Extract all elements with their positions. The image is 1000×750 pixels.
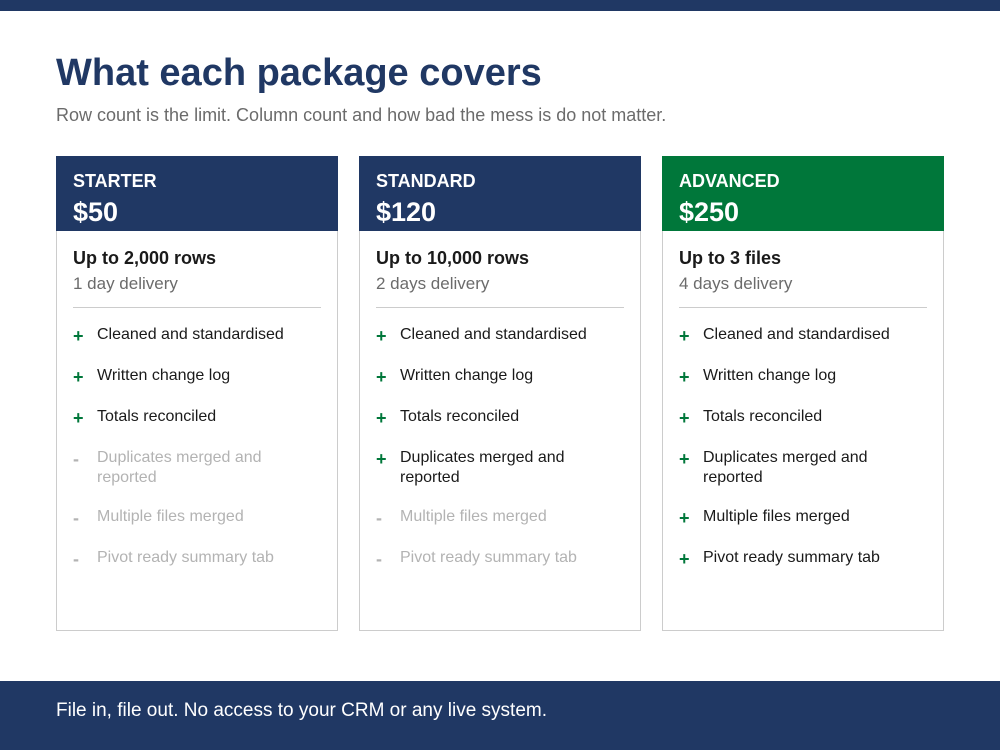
package-limit: Up to 2,000 rows	[73, 248, 217, 268]
page-title: What each package covers	[56, 52, 542, 94]
feature-text: Multiple files merged	[703, 508, 850, 525]
feature-list: + Cleaned and standardised + Written chang…	[376, 325, 624, 570]
feature-item: + Totals reconciled	[73, 407, 321, 429]
feature-item: + Written change log	[679, 366, 927, 388]
feature-item: + Multiple files merged	[679, 507, 927, 529]
feature-text: Totals reconciled	[400, 408, 520, 425]
package-header: STARTER $50	[56, 156, 338, 231]
feature-marker-icon: +	[679, 508, 690, 528]
package-card-standard: STANDARD $120 Up to 10,000 rows 2 days d…	[359, 156, 641, 631]
package-body: Up to 2,000 rows 1 day delivery + Cleaned…	[57, 247, 337, 570]
feature-item: + Totals reconciled	[679, 407, 927, 429]
feature-text: Written change log	[400, 367, 534, 384]
feature-marker-icon: +	[376, 326, 387, 346]
package-name: ADVANCED	[679, 171, 780, 191]
feature-item: - Multiple files merged	[73, 507, 321, 529]
package-delivery: 2 days delivery	[376, 274, 490, 293]
footer-text: File in, file out. No access to your CRM…	[56, 700, 547, 721]
package-price: $50	[73, 197, 119, 227]
feature-marker-icon: +	[679, 408, 690, 428]
feature-marker-icon: -	[73, 508, 79, 528]
divider	[679, 307, 927, 308]
feature-text: Multiple files merged	[97, 508, 244, 525]
feature-item: - Pivot ready summary tab	[376, 548, 624, 570]
feature-text: Duplicates merged and reported	[400, 449, 565, 486]
feature-list: + Cleaned and standardised + Written chang…	[679, 325, 927, 570]
package-body: Up to 3 files 4 days delivery + Cleaned a…	[663, 247, 943, 570]
feature-item: - Duplicates merged and reported	[73, 448, 321, 488]
feature-text: Written change log	[703, 367, 837, 384]
package-card-advanced: ADVANCED $250 Up to 3 files 4 days deliv…	[662, 156, 944, 631]
feature-text: Pivot ready summary tab	[703, 549, 880, 566]
feature-item: + Written change log	[73, 366, 321, 388]
feature-item: + Cleaned and standardised	[73, 325, 321, 347]
package-limit: Up to 3 files	[679, 248, 782, 268]
package-delivery: 1 day delivery	[73, 274, 178, 293]
feature-item: + Pivot ready summary tab	[679, 548, 927, 570]
feature-marker-icon: +	[679, 449, 690, 469]
feature-item: + Cleaned and standardised	[679, 325, 927, 347]
feature-item: + Duplicates merged and reported	[679, 448, 927, 488]
package-body: Up to 10,000 rows 2 days delivery + Clean…	[360, 247, 640, 570]
package-delivery: 4 days delivery	[679, 274, 793, 293]
feature-marker-icon: +	[73, 367, 84, 387]
feature-text: Totals reconciled	[703, 408, 823, 425]
feature-item: - Multiple files merged	[376, 507, 624, 529]
top-accent-bar	[0, 0, 1000, 11]
package-price: $120	[376, 197, 437, 227]
feature-item: + Cleaned and standardised	[376, 325, 624, 347]
feature-text: Pivot ready summary tab	[400, 549, 577, 566]
feature-list: + Cleaned and standardised + Written chang…	[73, 325, 321, 570]
feature-text: Multiple files merged	[400, 508, 547, 525]
package-price: $250	[679, 197, 740, 227]
feature-marker-icon: -	[376, 508, 382, 528]
feature-marker-icon: -	[376, 549, 382, 569]
feature-marker-icon: +	[73, 326, 84, 346]
feature-text: Pivot ready summary tab	[97, 549, 274, 566]
divider	[376, 307, 624, 308]
feature-marker-icon: +	[376, 367, 387, 387]
package-limit: Up to 10,000 rows	[376, 248, 530, 268]
feature-marker-icon: +	[679, 326, 690, 346]
feature-marker-icon: +	[376, 449, 387, 469]
package-card-starter: STARTER $50 Up to 2,000 rows 1 day deliv…	[56, 156, 338, 631]
feature-text: Cleaned and standardised	[703, 326, 890, 343]
divider	[73, 307, 321, 308]
feature-item: + Duplicates merged and reported	[376, 448, 624, 488]
feature-marker-icon: +	[73, 408, 84, 428]
package-header: STANDARD $120	[359, 156, 641, 231]
feature-marker-icon: +	[679, 367, 690, 387]
package-name: STARTER	[73, 171, 157, 191]
feature-marker-icon: +	[376, 408, 387, 428]
feature-text: Cleaned and standardised	[400, 326, 587, 343]
package-header: ADVANCED $250	[662, 156, 944, 231]
feature-marker-icon: -	[73, 549, 79, 569]
feature-text: Totals reconciled	[97, 408, 217, 425]
feature-text: Duplicates merged and reported	[703, 449, 868, 486]
footer-banner: File in, file out. No access to your CRM…	[0, 681, 1000, 750]
feature-marker-icon: +	[679, 549, 690, 569]
feature-marker-icon: -	[73, 449, 79, 469]
feature-text: Written change log	[97, 367, 231, 384]
feature-item: + Totals reconciled	[376, 407, 624, 429]
page-subtitle: Row count is the limit. Column count and…	[56, 105, 667, 125]
feature-item: + Written change log	[376, 366, 624, 388]
feature-text: Cleaned and standardised	[97, 326, 284, 343]
package-name: STANDARD	[376, 171, 476, 191]
feature-item: - Pivot ready summary tab	[73, 548, 321, 570]
feature-text: Duplicates merged and reported	[97, 449, 262, 486]
